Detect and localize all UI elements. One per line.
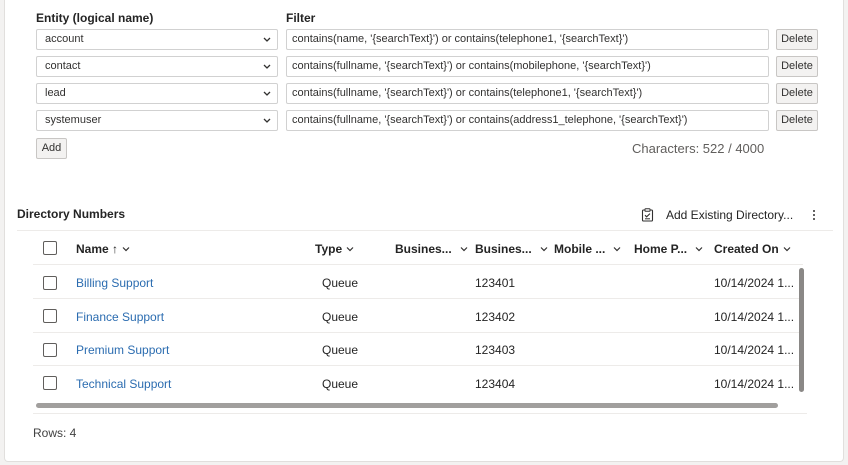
divider [17, 230, 833, 231]
column-header-label: Busines... [475, 242, 532, 256]
chevron-down-icon [460, 247, 468, 252]
column-header-business-2[interactable]: Busines... [475, 242, 548, 256]
delete-button[interactable]: Delete [776, 29, 818, 50]
more-vertical-icon[interactable] [809, 207, 819, 223]
column-header-business-1[interactable]: Busines... [395, 242, 468, 256]
row-business-phone: 123401 [475, 276, 516, 290]
row-checkbox[interactable] [43, 309, 57, 323]
entity-select-value: lead [45, 87, 66, 99]
row-type: Queue [322, 377, 359, 391]
entity-select-lead[interactable]: lead [36, 83, 278, 104]
add-existing-directory-button[interactable]: Add Existing Directory... [641, 206, 793, 224]
column-header-label: Name ↑ [76, 242, 119, 256]
chevron-down-icon [613, 247, 621, 252]
row-checkbox[interactable] [43, 376, 57, 390]
row-business-phone: 123403 [475, 343, 516, 357]
horizontal-scrollbar[interactable] [36, 403, 778, 408]
chevron-down-icon [263, 91, 271, 96]
column-header-name[interactable]: Name ↑ [76, 242, 130, 256]
column-header-label: Mobile ... [554, 242, 606, 256]
row-created-on: 10/14/2024 1... [714, 276, 795, 290]
row-created-on: 10/14/2024 1... [714, 377, 795, 391]
chevron-down-icon [263, 64, 271, 69]
add-row-button[interactable]: Add [36, 138, 67, 159]
row-name-link[interactable]: Premium Support [76, 343, 169, 357]
add-existing-directory-label: Add Existing Directory... [666, 208, 794, 222]
entity-select-contact[interactable]: contact [36, 56, 278, 77]
grid-title: Directory Numbers [17, 207, 126, 221]
row-type: Queue [322, 310, 359, 324]
delete-button[interactable]: Delete [776, 56, 818, 77]
chevron-down-icon [695, 247, 703, 252]
row-business-phone: 123402 [475, 310, 516, 324]
delete-button[interactable]: Delete [776, 110, 818, 131]
chevron-down-icon [122, 247, 130, 252]
divider [33, 413, 807, 414]
column-header-label: Busines... [395, 242, 452, 256]
column-header-label: Home P... [634, 242, 688, 256]
column-header-type[interactable]: Type [315, 242, 354, 256]
row-name-link[interactable]: Billing Support [76, 276, 153, 290]
filter-input-lead[interactable]: contains(fullname, '{searchText}') or co… [286, 83, 769, 104]
column-header-created-on[interactable]: Created On [714, 242, 791, 256]
divider [33, 332, 803, 333]
select-all-checkbox[interactable] [43, 241, 57, 255]
entity-select-account[interactable]: account [36, 29, 278, 50]
chevron-down-icon [346, 247, 354, 252]
entity-select-value: contact [45, 60, 81, 72]
character-count: Characters: 522 / 4000 [632, 141, 765, 156]
row-name-link[interactable]: Finance Support [76, 310, 164, 324]
row-type: Queue [322, 276, 359, 290]
delete-button[interactable]: Delete [776, 83, 818, 104]
row-created-on: 10/14/2024 1... [714, 310, 795, 324]
entity-select-systemuser[interactable]: systemuser [36, 110, 278, 131]
clipboard-icon [641, 208, 654, 222]
divider [33, 298, 803, 299]
vertical-scrollbar[interactable] [799, 268, 804, 392]
row-checkbox[interactable] [43, 343, 57, 357]
column-header-home-phone[interactable]: Home P... [634, 242, 703, 256]
row-name-link[interactable]: Technical Support [76, 377, 171, 391]
entity-column-header: Entity (logical name) [36, 11, 154, 25]
chevron-down-icon [263, 37, 271, 42]
filter-column-header: Filter [286, 11, 316, 25]
row-created-on: 10/14/2024 1... [714, 343, 795, 357]
row-business-phone: 123404 [475, 377, 516, 391]
row-checkbox[interactable] [43, 276, 57, 290]
filter-input-account[interactable]: contains(name, '{searchText}') or contai… [286, 29, 769, 50]
row-count: Rows: 4 [33, 426, 77, 440]
column-header-label: Type [315, 242, 343, 256]
column-header-label: Created On [714, 242, 779, 256]
chevron-down-icon [263, 118, 271, 123]
divider [33, 365, 803, 366]
row-type: Queue [322, 343, 359, 357]
column-header-mobile[interactable]: Mobile ... [554, 242, 621, 256]
entity-select-value: systemuser [45, 114, 102, 126]
filter-input-contact[interactable]: contains(fullname, '{searchText}') or co… [286, 56, 769, 77]
filter-input-systemuser[interactable]: contains(fullname, '{searchText}') or co… [286, 110, 769, 131]
divider [33, 264, 803, 265]
chevron-down-icon [783, 247, 791, 252]
entity-select-value: account [45, 33, 84, 45]
chevron-down-icon [540, 247, 548, 252]
